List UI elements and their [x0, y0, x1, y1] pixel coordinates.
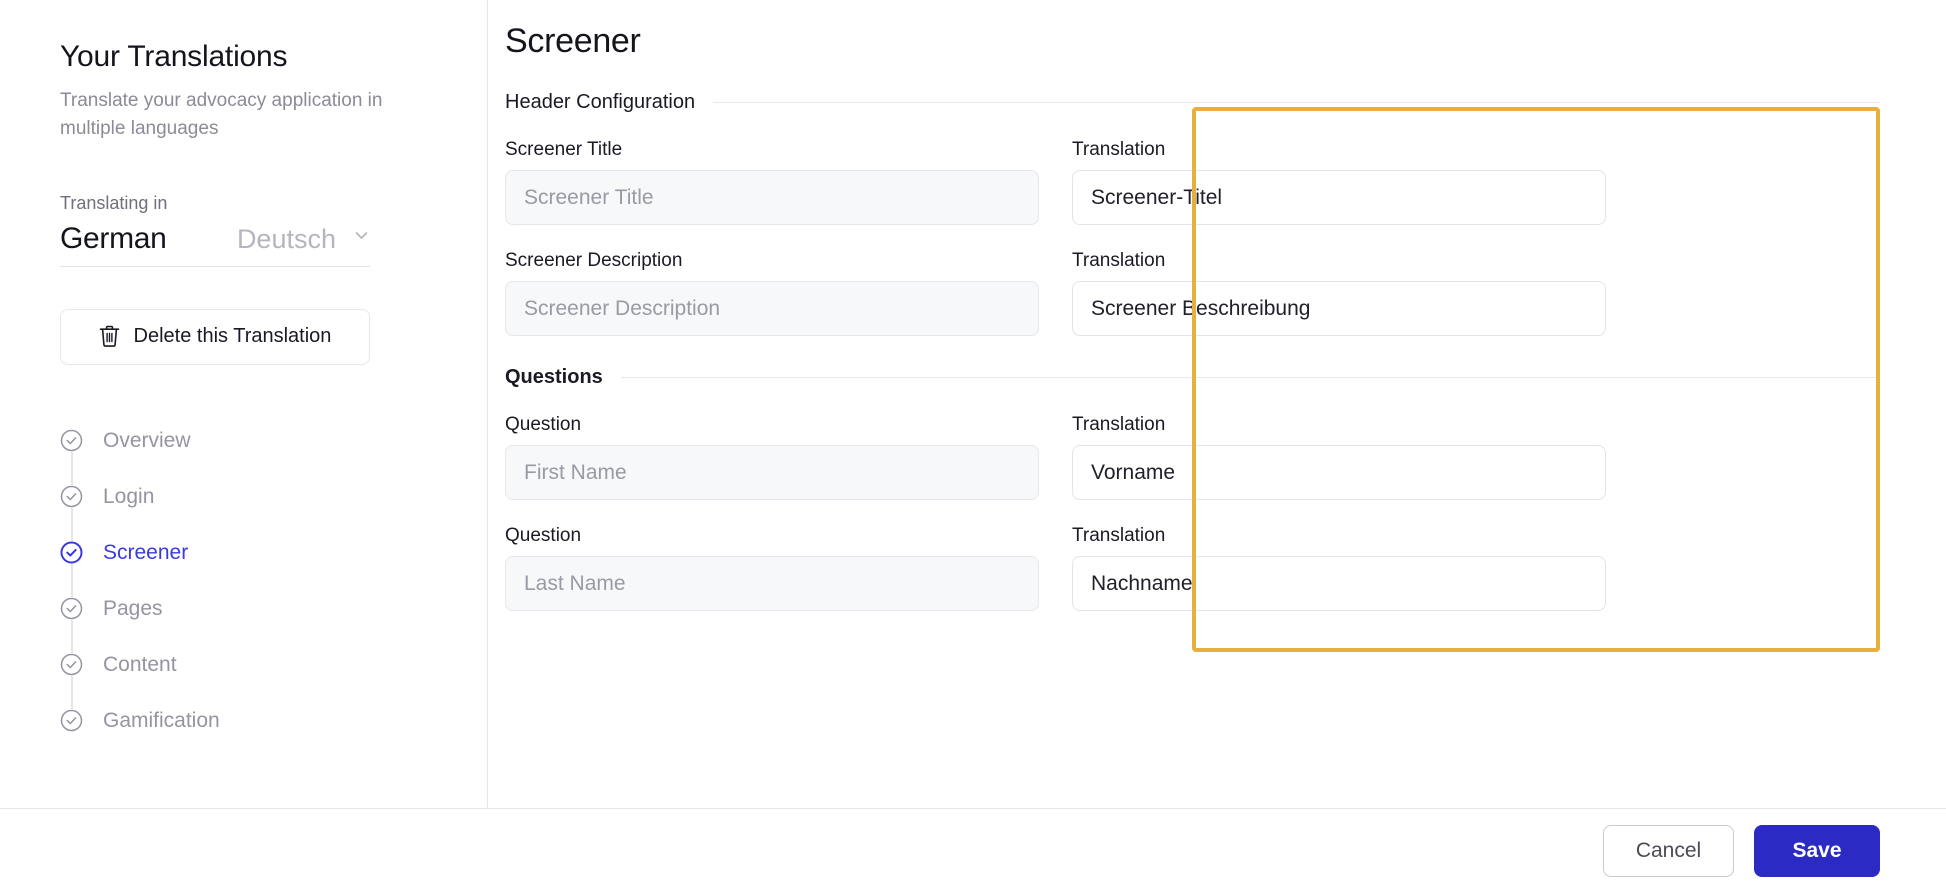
translation-input[interactable]: [1072, 281, 1606, 336]
cancel-button[interactable]: Cancel: [1603, 824, 1734, 877]
source-field-label: Question: [505, 414, 582, 435]
sidebar-item-overview[interactable]: Overview: [60, 413, 390, 469]
translation-column: Translation: [1072, 414, 1606, 500]
source-field-label: Screener Title: [505, 139, 623, 160]
language-native-name: Deutsch: [236, 223, 336, 254]
main-content: Screener Header Configuration Screener T…: [488, 0, 1946, 808]
sidebar-item-label: Gamification: [103, 708, 220, 732]
translation-row: Screener Title Translation: [505, 139, 1880, 225]
translation-column: Translation: [1072, 250, 1606, 336]
section-rule: [713, 102, 1880, 103]
translation-field-label: Translation: [1072, 250, 1166, 271]
check-circle-icon: [60, 541, 83, 564]
sidebar-item-pages[interactable]: Pages: [60, 581, 390, 637]
source-field-label: Question: [505, 525, 582, 546]
sidebar: Your Translations Translate your advocac…: [0, 0, 487, 808]
check-circle-icon: [60, 597, 83, 620]
section-title: Header Configuration: [505, 91, 696, 113]
sidebar-item-label: Login: [103, 484, 155, 508]
sidebar-item-screener[interactable]: Screener: [60, 525, 390, 581]
source-input[interactable]: [505, 170, 1039, 225]
section-rule: [620, 377, 1880, 378]
check-circle-icon: [60, 429, 83, 452]
section-header-configuration: Header Configuration: [505, 91, 1880, 114]
chevron-down-icon: [353, 227, 370, 244]
sidebar-item-content[interactable]: Content: [60, 637, 390, 693]
translation-input[interactable]: [1072, 445, 1606, 500]
check-circle-icon: [60, 485, 83, 508]
source-field-label: Screener Description: [505, 250, 683, 271]
section-nav: Overview Login Screener Pages Content Gamific…: [60, 413, 390, 749]
translating-in-label: Translating in: [60, 192, 168, 213]
translation-field-label: Translation: [1072, 414, 1166, 435]
sidebar-item-label: Overview: [103, 428, 191, 452]
page-heading: Your Translations: [60, 40, 288, 73]
main-page-title: Screener: [505, 22, 641, 60]
translation-row: Question Translation: [505, 414, 1880, 500]
sidebar-item-login[interactable]: Login: [60, 469, 390, 525]
sidebar-item-label: Content: [103, 652, 177, 676]
language-selector[interactable]: German Deutsch: [60, 222, 370, 267]
page-subtitle: Translate your advocacy application in m…: [60, 89, 383, 139]
source-column: Screener Title: [505, 139, 1039, 225]
source-column: Question: [505, 525, 1039, 611]
source-column: Screener Description: [505, 250, 1039, 336]
translation-column: Translation: [1072, 525, 1606, 611]
language-name: German: [60, 221, 167, 255]
translation-field-label: Translation: [1072, 139, 1166, 160]
source-input[interactable]: [505, 281, 1039, 336]
translation-row: Question Translation: [505, 525, 1880, 611]
translation-row: Screener Description Translation: [505, 250, 1880, 336]
save-button[interactable]: Save: [1754, 824, 1880, 877]
trash-icon: [99, 325, 120, 348]
check-circle-icon: [60, 653, 83, 676]
sidebar-item-label: Pages: [103, 596, 163, 620]
translation-field-label: Translation: [1072, 525, 1166, 546]
translation-input[interactable]: [1072, 170, 1606, 225]
section-title: Questions: [505, 366, 603, 388]
translations-screen: Your Translations Translate your advocac…: [0, 0, 1946, 892]
translation-column: Translation: [1072, 139, 1606, 225]
source-input[interactable]: [505, 445, 1039, 500]
delete-translation-button[interactable]: Delete this Translation: [60, 308, 370, 365]
source-input[interactable]: [505, 556, 1039, 611]
source-column: Question: [505, 414, 1039, 500]
check-circle-icon: [60, 709, 83, 732]
sidebar-item-label: Screener: [103, 540, 189, 564]
translation-input[interactable]: [1072, 556, 1606, 611]
section-questions: Questions: [505, 366, 1880, 389]
footer-actions: Cancel Save: [0, 808, 1946, 892]
delete-translation-label: Delete this Translation: [133, 325, 332, 347]
sidebar-item-gamification[interactable]: Gamification: [60, 693, 390, 749]
